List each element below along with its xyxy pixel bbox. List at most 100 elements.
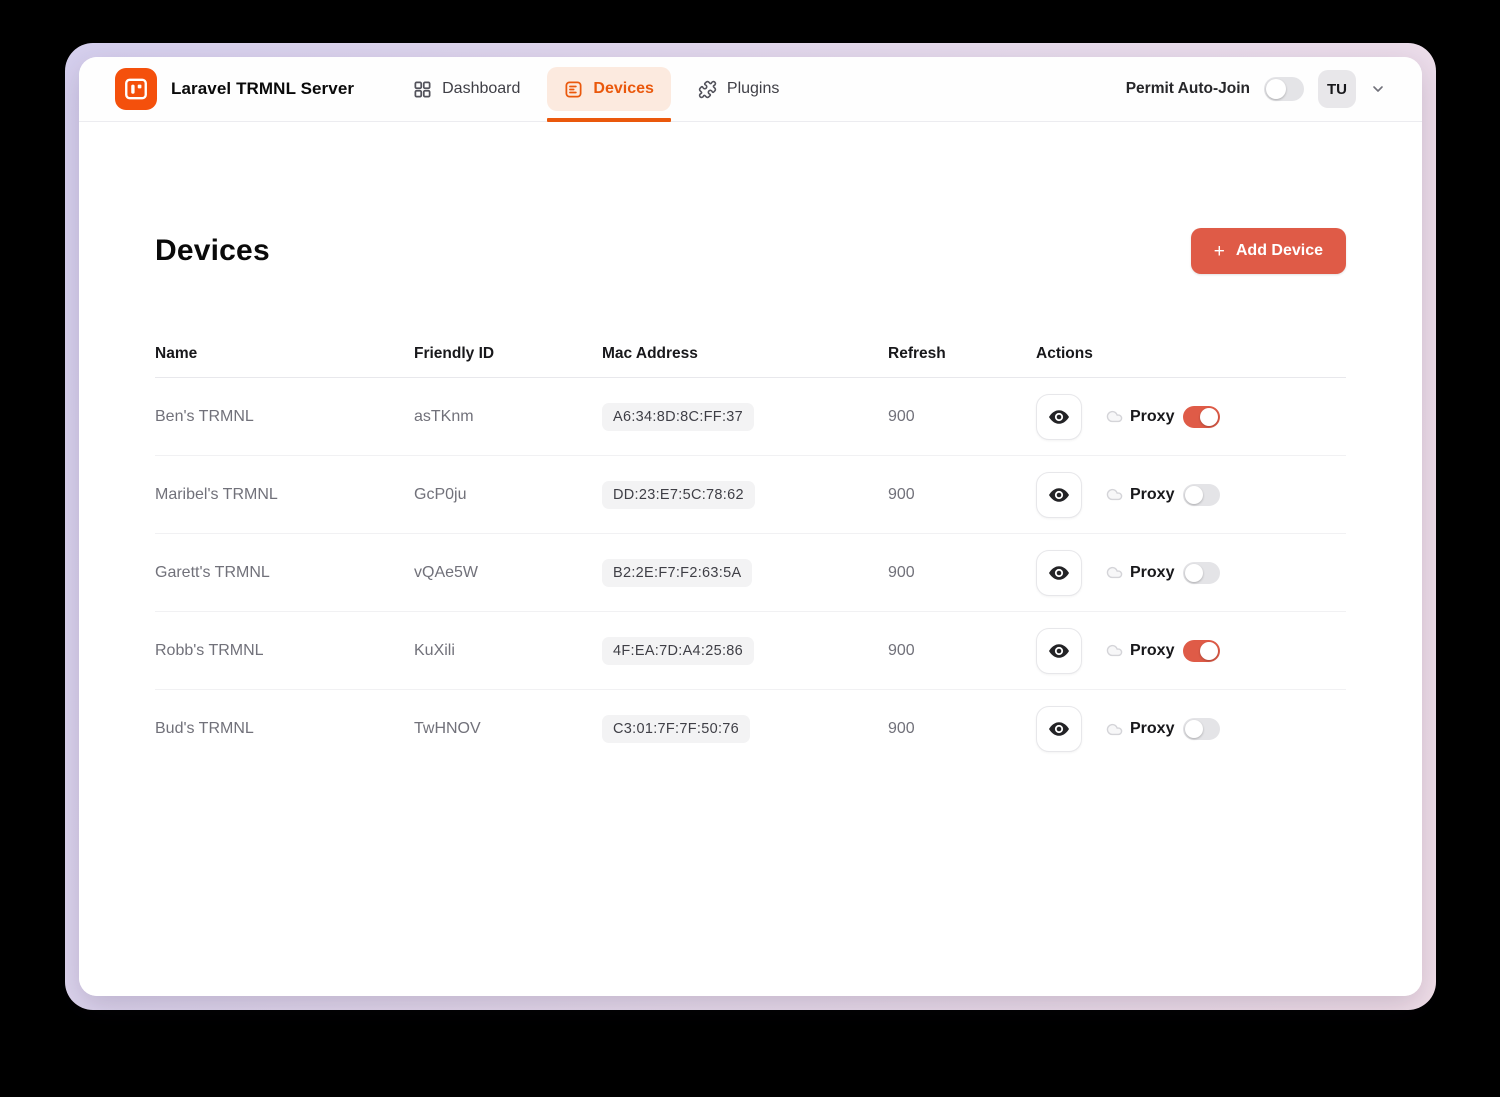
nav-tab-dashboard[interactable]: Dashboard [396, 67, 537, 111]
device-friendly-id: GcP0ju [414, 486, 602, 504]
proxy-control: Proxy [1106, 718, 1220, 740]
page-content: Devices + Add Device Name Friendly ID Ma… [79, 122, 1422, 996]
cloud-icon [1106, 642, 1123, 659]
row-actions: Proxy [1036, 706, 1346, 752]
proxy-label: Proxy [1130, 642, 1174, 660]
table-row: Garett's TRMNL vQAe5W B2:2E:F7:F2:63:5A … [155, 534, 1346, 612]
table-body: Ben's TRMNL asTKnm A6:34:8D:8C:FF:37 900 [155, 378, 1346, 768]
device-friendly-id: KuXili [414, 642, 602, 660]
toggle-knob [1185, 720, 1203, 738]
grid-icon [413, 80, 432, 99]
app-title: Laravel TRMNL Server [171, 79, 354, 99]
table-header-row: Name Friendly ID Mac Address Refresh Act… [155, 330, 1346, 378]
proxy-label: Proxy [1130, 564, 1174, 582]
proxy-control: Proxy [1106, 640, 1220, 662]
device-name: Robb's TRMNL [155, 642, 414, 660]
proxy-control: Proxy [1106, 484, 1220, 506]
mac-address-badge: A6:34:8D:8C:FF:37 [602, 403, 754, 431]
column-header-name: Name [155, 345, 414, 363]
device-friendly-id: asTKnm [414, 408, 602, 426]
mac-address-badge: 4F:EA:7D:A4:25:86 [602, 637, 754, 665]
toggle-knob [1200, 642, 1218, 660]
view-device-button[interactable] [1036, 472, 1082, 518]
device-refresh-rate: 900 [888, 408, 1036, 426]
proxy-label: Proxy [1130, 486, 1174, 504]
cloud-icon [1106, 408, 1123, 425]
main-nav: Dashboard Devices [396, 57, 796, 121]
permit-auto-join-label: Permit Auto-Join [1126, 80, 1250, 98]
table-row: Robb's TRMNL KuXili 4F:EA:7D:A4:25:86 90… [155, 612, 1346, 690]
row-actions: Proxy [1036, 472, 1346, 518]
column-header-actions: Actions [1036, 345, 1346, 363]
page-head: Devices + Add Device [155, 228, 1346, 274]
view-device-button[interactable] [1036, 550, 1082, 596]
table-row: Bud's TRMNL TwHNOV C3:01:7F:7F:50:76 900 [155, 690, 1346, 768]
eye-icon [1047, 405, 1071, 429]
device-friendly-id: vQAe5W [414, 564, 602, 582]
devices-table: Name Friendly ID Mac Address Refresh Act… [155, 330, 1346, 768]
device-name: Bud's TRMNL [155, 720, 414, 738]
puzzle-icon [698, 80, 717, 99]
device-refresh-rate: 900 [888, 486, 1036, 504]
toggle-knob [1185, 486, 1203, 504]
column-header-mac-address: Mac Address [602, 345, 888, 363]
nav-tab-dashboard-label: Dashboard [442, 80, 520, 98]
toggle-knob [1200, 408, 1218, 426]
proxy-toggle[interactable] [1183, 718, 1220, 740]
window-frame: Laravel TRMNL Server Dashboard [65, 43, 1436, 1010]
header-right: Permit Auto-Join TU [1126, 70, 1386, 108]
row-actions: Proxy [1036, 628, 1346, 674]
proxy-label: Proxy [1130, 408, 1174, 426]
nav-tab-plugins[interactable]: Plugins [681, 67, 796, 111]
chevron-down-icon[interactable] [1370, 81, 1386, 97]
row-actions: Proxy [1036, 550, 1346, 596]
proxy-toggle[interactable] [1183, 406, 1220, 428]
view-device-button[interactable] [1036, 394, 1082, 440]
app-header: Laravel TRMNL Server Dashboard [79, 57, 1422, 122]
device-friendly-id: TwHNOV [414, 720, 602, 738]
add-device-button-label: Add Device [1236, 242, 1323, 260]
cloud-icon [1106, 486, 1123, 503]
proxy-toggle[interactable] [1183, 484, 1220, 506]
brand: Laravel TRMNL Server [115, 68, 354, 110]
app-window: Laravel TRMNL Server Dashboard [79, 57, 1422, 996]
active-tab-indicator [547, 118, 671, 122]
proxy-toggle[interactable] [1183, 562, 1220, 584]
device-name: Ben's TRMNL [155, 408, 414, 426]
plus-icon: + [1214, 242, 1225, 261]
cloud-icon [1106, 564, 1123, 581]
eye-icon [1047, 483, 1071, 507]
proxy-toggle[interactable] [1183, 640, 1220, 662]
mac-address-badge: DD:23:E7:5C:78:62 [602, 481, 755, 509]
view-device-button[interactable] [1036, 706, 1082, 752]
column-header-refresh: Refresh [888, 345, 1036, 363]
eye-icon [1047, 639, 1071, 663]
view-device-button[interactable] [1036, 628, 1082, 674]
add-device-button[interactable]: + Add Device [1191, 228, 1346, 274]
eye-icon [1047, 717, 1071, 741]
proxy-control: Proxy [1106, 406, 1220, 428]
nav-tab-devices[interactable]: Devices [547, 67, 671, 111]
permit-auto-join-toggle[interactable] [1264, 77, 1304, 101]
user-avatar[interactable]: TU [1318, 70, 1356, 108]
table-row: Ben's TRMNL asTKnm A6:34:8D:8C:FF:37 900 [155, 378, 1346, 456]
toggle-knob [1266, 79, 1286, 99]
device-refresh-rate: 900 [888, 564, 1036, 582]
table-row: Maribel's TRMNL GcP0ju DD:23:E7:5C:78:62… [155, 456, 1346, 534]
device-list-icon [564, 80, 583, 99]
device-name: Maribel's TRMNL [155, 486, 414, 504]
cloud-icon [1106, 721, 1123, 738]
proxy-label: Proxy [1130, 720, 1174, 738]
device-refresh-rate: 900 [888, 642, 1036, 660]
device-refresh-rate: 900 [888, 720, 1036, 738]
row-actions: Proxy [1036, 394, 1346, 440]
nav-tab-devices-label: Devices [593, 80, 654, 98]
mac-address-badge: C3:01:7F:7F:50:76 [602, 715, 750, 743]
device-name: Garett's TRMNL [155, 564, 414, 582]
proxy-control: Proxy [1106, 562, 1220, 584]
column-header-friendly-id: Friendly ID [414, 345, 602, 363]
nav-tab-plugins-label: Plugins [727, 80, 779, 98]
eye-icon [1047, 561, 1071, 585]
mac-address-badge: B2:2E:F7:F2:63:5A [602, 559, 752, 587]
toggle-knob [1185, 564, 1203, 582]
